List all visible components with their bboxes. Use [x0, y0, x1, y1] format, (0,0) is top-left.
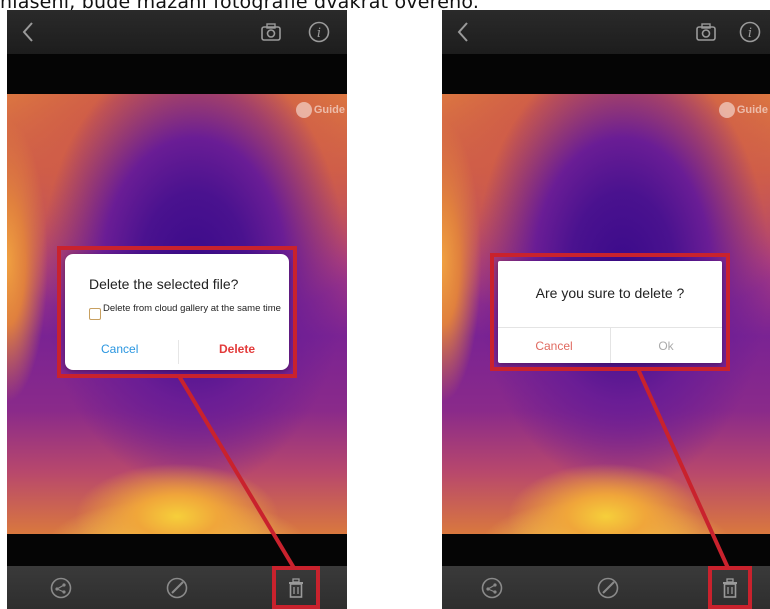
pointer-line-segment	[177, 374, 296, 570]
right-phone-screen: i Guide Are you sure to delete ? Cancel …	[442, 10, 770, 609]
pointer-line	[177, 374, 296, 570]
left-phone-screen: i Guide Delete the selected file? Delete…	[7, 10, 347, 609]
pointer-line-segment	[636, 368, 730, 569]
pointer-line	[636, 368, 730, 569]
